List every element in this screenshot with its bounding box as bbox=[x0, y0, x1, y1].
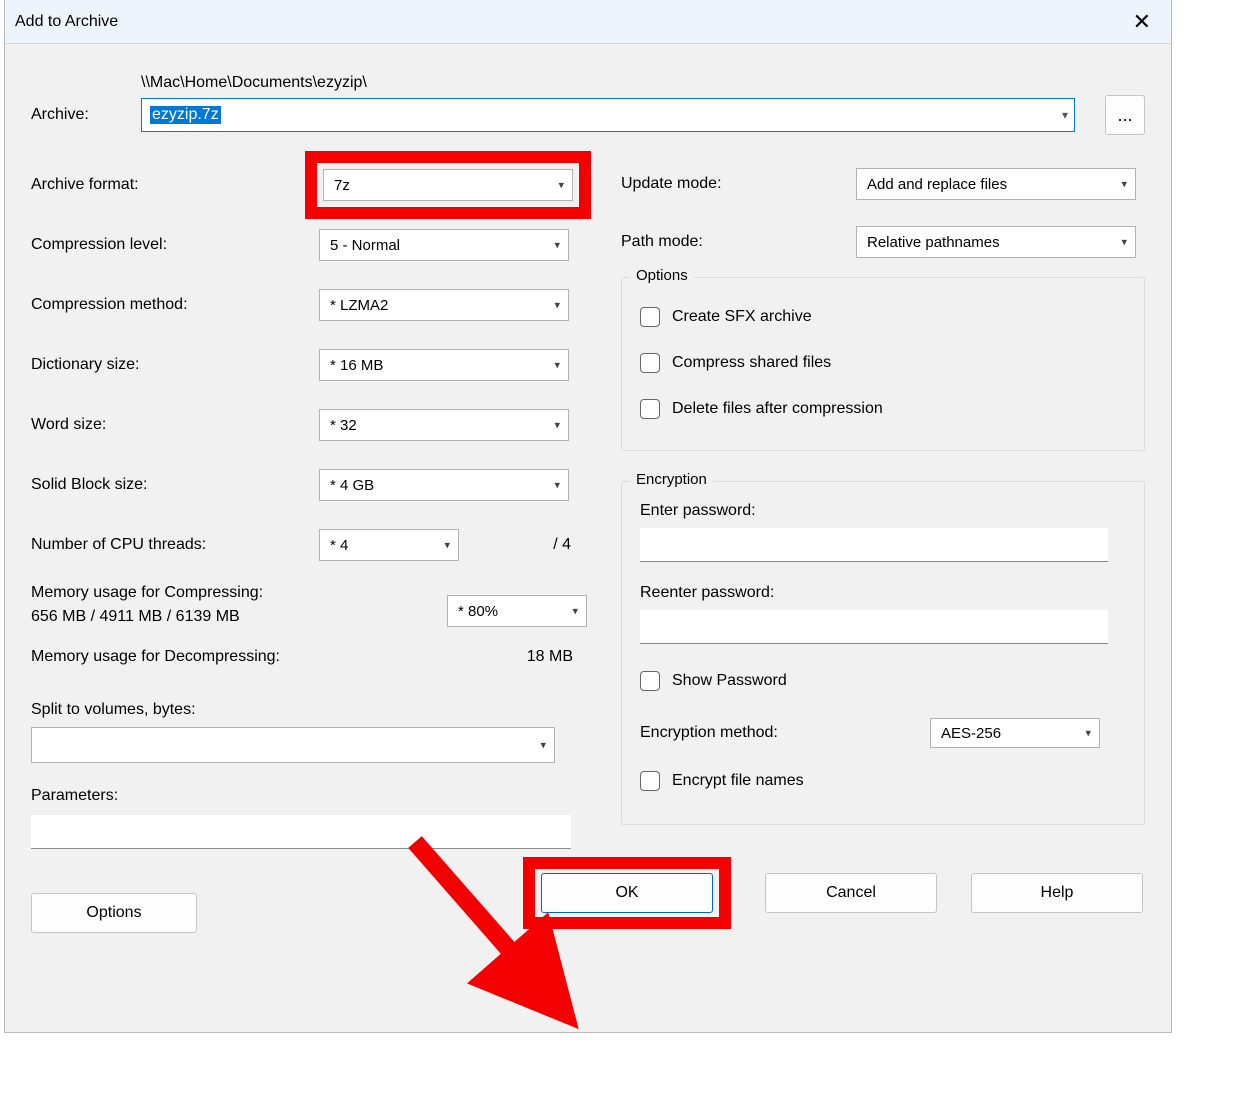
word-size-label: Word size: bbox=[31, 416, 319, 434]
add-to-archive-dialog: Add to Archive ✕ \\Mac\Home\Documents\ez… bbox=[4, 0, 1172, 1033]
encrypt-filenames-checkbox[interactable] bbox=[640, 771, 660, 791]
compression-method-combo[interactable]: * LZMA2 ▾ bbox=[319, 289, 569, 321]
chevron-down-icon: ▾ bbox=[554, 359, 560, 372]
encryption-legend: Encryption bbox=[630, 471, 713, 488]
archive-filename-text: ezyzip.7z bbox=[150, 106, 221, 124]
cancel-button[interactable]: Cancel bbox=[765, 873, 937, 913]
show-password-checkbox[interactable] bbox=[640, 671, 660, 691]
close-icon[interactable]: ✕ bbox=[1123, 5, 1161, 39]
show-password-label: Show Password bbox=[672, 672, 787, 690]
archive-filename-combo[interactable]: ezyzip.7z ▾ bbox=[141, 98, 1075, 132]
compression-level-label: Compression level: bbox=[31, 236, 319, 254]
chevron-down-icon: ▾ bbox=[1085, 727, 1091, 740]
dictionary-size-label: Dictionary size: bbox=[31, 356, 319, 374]
reenter-password-label: Reenter password: bbox=[640, 584, 1126, 602]
cpu-threads-max: / 4 bbox=[553, 536, 571, 554]
chevron-down-icon: ▾ bbox=[1062, 108, 1068, 122]
mem-compress-detail: 656 MB / 4911 MB / 6139 MB bbox=[31, 605, 263, 629]
delete-after-label: Delete files after compression bbox=[672, 400, 883, 418]
chevron-down-icon: ▾ bbox=[554, 239, 560, 252]
cpu-threads-label: Number of CPU threads: bbox=[31, 536, 319, 554]
dictionary-size-combo[interactable]: * 16 MB ▾ bbox=[319, 349, 569, 381]
titlebar: Add to Archive ✕ bbox=[5, 0, 1171, 44]
archive-format-combo[interactable]: 7z ▾ bbox=[323, 169, 573, 201]
browse-button[interactable]: ... bbox=[1105, 95, 1145, 135]
ok-button-highlight: OK bbox=[523, 857, 731, 929]
enter-password-label: Enter password: bbox=[640, 502, 1126, 520]
compression-level-combo[interactable]: 5 - Normal ▾ bbox=[319, 229, 569, 261]
encrypt-filenames-label: Encrypt file names bbox=[672, 772, 804, 790]
chevron-down-icon: ▾ bbox=[558, 179, 564, 192]
mem-compress-combo[interactable]: * 80% ▾ bbox=[447, 595, 587, 627]
chevron-down-icon: ▾ bbox=[1121, 236, 1127, 249]
mem-decompress-label: Memory usage for Decompressing: bbox=[31, 648, 280, 666]
cpu-threads-combo[interactable]: * 4 ▾ bbox=[319, 529, 459, 561]
solid-block-size-combo[interactable]: * 4 GB ▾ bbox=[319, 469, 569, 501]
options-legend: Options bbox=[630, 267, 694, 284]
update-mode-combo[interactable]: Add and replace files ▾ bbox=[856, 168, 1136, 200]
chevron-down-icon: ▾ bbox=[1121, 178, 1127, 191]
enter-password-input[interactable] bbox=[640, 528, 1108, 562]
encryption-group: Encryption Enter password: Reenter passw… bbox=[621, 481, 1145, 825]
mem-decompress-value: 18 MB bbox=[527, 648, 573, 666]
archive-format-label: Archive format: bbox=[31, 176, 305, 194]
options-group: Options Create SFX archive Compress shar… bbox=[621, 277, 1145, 451]
compression-method-label: Compression method: bbox=[31, 296, 319, 314]
path-mode-combo[interactable]: Relative pathnames ▾ bbox=[856, 226, 1136, 258]
archive-path: \\Mac\Home\Documents\ezyzip\ bbox=[141, 74, 1145, 92]
options-button[interactable]: Options bbox=[31, 893, 197, 933]
dialog-title: Add to Archive bbox=[15, 13, 118, 31]
chevron-down-icon: ▾ bbox=[444, 539, 450, 552]
chevron-down-icon: ▾ bbox=[554, 479, 560, 492]
archive-format-highlight: 7z ▾ bbox=[305, 151, 591, 219]
compress-shared-checkbox[interactable] bbox=[640, 353, 660, 373]
split-volumes-combo[interactable]: ▾ bbox=[31, 727, 555, 763]
compress-shared-label: Compress shared files bbox=[672, 354, 831, 372]
update-mode-label: Update mode: bbox=[621, 175, 856, 193]
ok-button[interactable]: OK bbox=[541, 873, 713, 913]
parameters-input[interactable] bbox=[31, 815, 571, 849]
reenter-password-input[interactable] bbox=[640, 610, 1108, 644]
chevron-down-icon: ▾ bbox=[572, 605, 578, 618]
chevron-down-icon: ▾ bbox=[554, 419, 560, 432]
word-size-combo[interactable]: * 32 ▾ bbox=[319, 409, 569, 441]
mem-compress-label: Memory usage for Compressing: bbox=[31, 581, 263, 605]
archive-label: Archive: bbox=[31, 106, 141, 124]
create-sfx-label: Create SFX archive bbox=[672, 308, 812, 326]
help-button[interactable]: Help bbox=[971, 873, 1143, 913]
encryption-method-label: Encryption method: bbox=[640, 724, 930, 742]
parameters-label: Parameters: bbox=[31, 787, 591, 805]
encryption-method-combo[interactable]: AES-256 ▾ bbox=[930, 718, 1100, 748]
solid-block-size-label: Solid Block size: bbox=[31, 476, 319, 494]
chevron-down-icon: ▾ bbox=[540, 739, 546, 752]
delete-after-checkbox[interactable] bbox=[640, 399, 660, 419]
create-sfx-checkbox[interactable] bbox=[640, 307, 660, 327]
chevron-down-icon: ▾ bbox=[554, 299, 560, 312]
split-volumes-label: Split to volumes, bytes: bbox=[31, 701, 591, 719]
path-mode-label: Path mode: bbox=[621, 233, 856, 251]
